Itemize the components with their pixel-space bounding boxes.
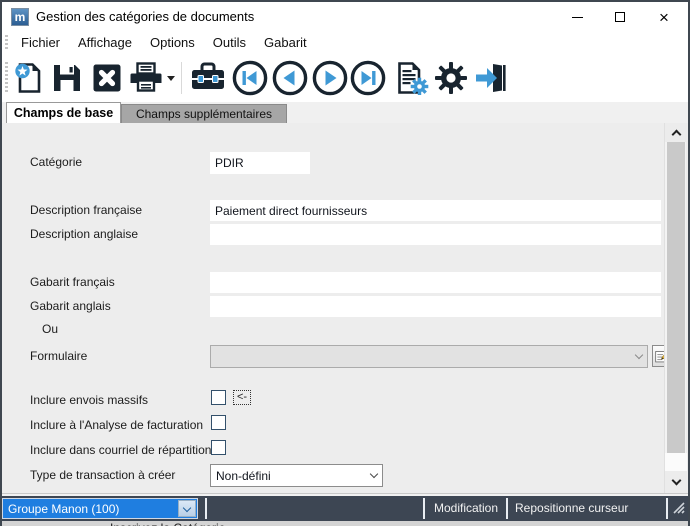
- formulaire-select[interactable]: [210, 345, 648, 368]
- inclure-courriel-repartition-checkbox[interactable]: [211, 440, 226, 455]
- category-input[interactable]: [210, 152, 310, 174]
- maximize-icon: [615, 12, 625, 22]
- category-label: Catégorie: [30, 155, 82, 169]
- title-bar: m Gestion des catégories de documents ×: [2, 2, 688, 32]
- description-fr-input[interactable]: [210, 200, 661, 221]
- or-label: Ou: [42, 322, 58, 336]
- status-bar: Groupe Manon (100) Modification Repositi…: [2, 496, 688, 521]
- print-dropdown-arrow[interactable]: [165, 58, 177, 98]
- briefcase-icon: [188, 61, 228, 95]
- printer-icon: [127, 61, 165, 95]
- status-separator: [205, 498, 207, 519]
- menu-affichage[interactable]: Affichage: [69, 32, 141, 54]
- exit-button[interactable]: [470, 58, 510, 98]
- vertical-scrollbar: [664, 123, 686, 493]
- close-icon: ×: [659, 9, 669, 26]
- resize-grip-icon: [672, 501, 686, 515]
- status-separator: [666, 498, 668, 519]
- form-panel: Catégorie Description française Descript…: [2, 123, 688, 493]
- toolbar-separator: [181, 62, 182, 94]
- hint-text: Inscrivez la Catégorie: [110, 521, 225, 526]
- previous-record-button[interactable]: [270, 58, 310, 98]
- chevron-down-icon: [635, 351, 643, 359]
- tab-champs-supplementaires[interactable]: Champs supplémentaires: [121, 104, 287, 123]
- print-button[interactable]: [126, 58, 166, 98]
- maximize-button[interactable]: [603, 2, 637, 32]
- last-record-icon: [349, 59, 387, 97]
- scroll-up-button[interactable]: [665, 123, 687, 142]
- minimize-button[interactable]: [560, 2, 594, 32]
- chevron-down-icon: [183, 503, 191, 511]
- description-fr-label: Description française: [30, 203, 142, 217]
- toolbox-button[interactable]: [186, 58, 230, 98]
- gear-icon: [432, 59, 470, 97]
- delete-button[interactable]: [88, 58, 126, 98]
- tab-champs-de-base[interactable]: Champs de base: [6, 102, 121, 123]
- group-select[interactable]: Groupe Manon (100): [2, 498, 198, 519]
- hint-strip: Inscrivez la Catégorie: [2, 521, 688, 526]
- inclure-courriel-repartition-label: Inclure dans courriel de répartition: [30, 443, 211, 457]
- type-transaction-value: Non-défini: [216, 469, 371, 483]
- gabarit-fr-input[interactable]: [210, 272, 661, 293]
- scrollbar-thumb[interactable]: [667, 142, 685, 453]
- group-select-value: Groupe Manon (100): [3, 502, 177, 516]
- gabarit-en-input[interactable]: [210, 296, 661, 317]
- first-record-icon: [231, 59, 269, 97]
- inclure-envois-massifs-checkbox[interactable]: [211, 390, 226, 405]
- next-record-icon: [311, 59, 349, 97]
- scrollbar-track[interactable]: [665, 453, 687, 471]
- first-record-button[interactable]: [230, 58, 270, 98]
- previous-record-icon: [271, 59, 309, 97]
- save-button[interactable]: [48, 58, 86, 98]
- menu-options[interactable]: Options: [141, 32, 204, 54]
- chevron-down-icon: [671, 476, 681, 486]
- menu-fichier[interactable]: Fichier: [12, 32, 69, 54]
- description-en-label: Description anglaise: [30, 227, 138, 241]
- new-document-star-icon: [12, 61, 46, 95]
- caret-down-icon: [167, 76, 175, 81]
- next-record-button[interactable]: [310, 58, 350, 98]
- status-separator: [423, 498, 425, 519]
- menu-grip-handle[interactable]: [5, 35, 8, 51]
- window-title: Gestion des catégories de documents: [36, 9, 254, 24]
- last-record-button[interactable]: [348, 58, 388, 98]
- report-settings-button[interactable]: [390, 58, 432, 98]
- minimize-icon: [572, 17, 583, 18]
- document-gear-icon: [393, 61, 429, 95]
- exit-door-icon: [472, 61, 508, 95]
- menu-bar: Fichier Affichage Options Outils Gabarit: [2, 32, 688, 54]
- save-floppy-icon: [50, 61, 84, 95]
- resize-grip[interactable]: [672, 501, 686, 520]
- chevron-up-icon: [671, 130, 681, 140]
- description-en-input[interactable]: [210, 224, 661, 245]
- formulaire-label: Formulaire: [30, 349, 87, 363]
- new-record-button[interactable]: [10, 58, 48, 98]
- settings-button[interactable]: [430, 58, 472, 98]
- close-button[interactable]: ×: [647, 2, 681, 32]
- type-transaction-select[interactable]: Non-défini: [210, 464, 383, 487]
- status-mode: Modification: [428, 501, 504, 515]
- tab-strip: Champs de base Champs supplémentaires: [2, 102, 688, 123]
- toolbar-grip-handle[interactable]: [5, 62, 8, 92]
- chevron-down-icon: [370, 470, 378, 478]
- status-cursor: Repositionne curseur: [515, 501, 628, 515]
- menu-outils[interactable]: Outils: [204, 32, 255, 54]
- app-icon: m: [11, 8, 29, 26]
- delete-x-icon: [90, 61, 124, 95]
- toolbar: [2, 54, 688, 102]
- focus-marker: <-: [233, 390, 251, 405]
- group-select-arrow[interactable]: [178, 500, 196, 517]
- inclure-envois-massifs-label: Inclure envois massifs: [30, 393, 148, 407]
- scroll-down-button[interactable]: [665, 471, 687, 493]
- app-window: m Gestion des catégories de documents × …: [0, 0, 690, 526]
- status-separator: [506, 498, 508, 519]
- inclure-analyse-facturation-label: Inclure à l'Analyse de facturation: [30, 418, 203, 432]
- gabarit-fr-label: Gabarit français: [30, 275, 115, 289]
- inclure-analyse-facturation-checkbox[interactable]: [211, 415, 226, 430]
- gabarit-en-label: Gabarit anglais: [30, 299, 111, 313]
- type-transaction-label: Type de transaction à créer: [30, 468, 175, 482]
- menu-gabarit[interactable]: Gabarit: [255, 32, 316, 54]
